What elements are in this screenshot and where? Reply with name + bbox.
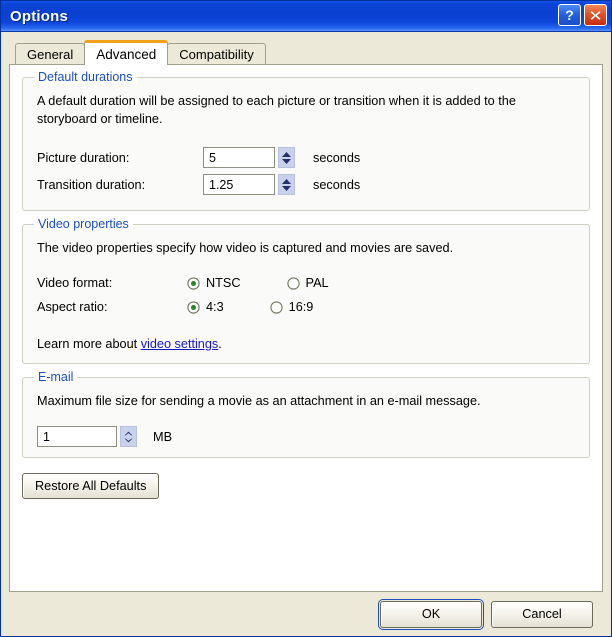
tab-compatibility[interactable]: Compatibility	[167, 43, 266, 64]
close-x-icon	[590, 10, 601, 20]
video-format-label: Video format:	[37, 276, 113, 291]
restore-all-defaults-label: Restore All Defaults	[35, 479, 147, 494]
radio-aspect-ratio-16-9[interactable]: 16:9	[269, 300, 314, 315]
tab-advanced-label: Advanced	[96, 46, 157, 62]
video-settings-link[interactable]: video settings	[141, 337, 219, 351]
spinner-up-arrow-icon[interactable]	[124, 431, 133, 436]
email-max-size-row: 1 MB	[37, 426, 575, 448]
picture-duration-label: Picture duration:	[37, 150, 130, 165]
radio-selected-icon[interactable]	[187, 300, 200, 314]
learn-more-prefix: Learn more about	[37, 337, 141, 352]
radio-video-format-pal-label: PAL	[305, 276, 329, 291]
learn-more-line: Learn more about video settings.	[37, 337, 575, 351]
group-default-durations: Default durations A default duration wil…	[22, 70, 590, 212]
tab-panel-advanced: Default durations A default duration wil…	[9, 64, 603, 592]
cancel-button[interactable]: Cancel	[491, 600, 593, 628]
radio-selected-icon[interactable]	[187, 276, 200, 290]
email-max-size-spinner[interactable]: 1	[37, 426, 137, 448]
duration-rows: Picture duration: 5 seconds Transition d…	[37, 144, 575, 198]
learn-more-suffix: .	[218, 337, 222, 352]
group-default-durations-legend: Default durations	[34, 70, 137, 84]
window-controls: ?	[558, 4, 607, 26]
tab-advanced[interactable]: Advanced	[84, 40, 169, 65]
aspect-ratio-label: Aspect ratio:	[37, 300, 108, 315]
cancel-button-label: Cancel	[522, 607, 562, 621]
radio-video-format-ntsc-label: NTSC	[206, 276, 241, 291]
picture-duration-row: Picture duration: 5 seconds	[37, 144, 575, 171]
group-email-legend: E-mail	[34, 370, 78, 385]
transition-duration-unit: seconds	[313, 177, 361, 192]
transition-duration-input[interactable]: 1.25	[203, 174, 275, 196]
spinner-down-arrow-icon[interactable]	[124, 438, 133, 443]
transition-duration-row: Transition duration: 1.25 seconds	[37, 171, 575, 198]
options-dialog-window: Options ? General Advanced Compatibility	[0, 0, 612, 637]
video-format-row: Video format: NTSC PAL	[37, 271, 575, 295]
radio-unselected-icon[interactable]	[269, 300, 283, 314]
email-description: Maximum file size for sending a movie as…	[37, 394, 481, 409]
radio-video-format-pal[interactable]: PAL	[286, 276, 329, 291]
tab-general-label: General	[27, 46, 74, 62]
close-button[interactable]	[584, 4, 607, 26]
dialog-body: General Advanced Compatibility Default d…	[1, 32, 611, 636]
question-mark-icon: ?	[565, 7, 574, 23]
picture-duration-input[interactable]: 5	[203, 147, 275, 169]
aspect-ratio-row: Aspect ratio: 4:3 16:9	[37, 295, 575, 319]
tab-general[interactable]: General	[15, 43, 86, 64]
email-max-size-spin-buttons[interactable]	[120, 426, 137, 448]
radio-aspect-ratio-16-9-label: 16:9	[288, 300, 314, 315]
radio-aspect-ratio-4-3[interactable]: 4:3	[187, 300, 224, 314]
picture-duration-unit: seconds	[313, 150, 361, 165]
email-max-size-input[interactable]: 1	[37, 426, 117, 448]
dialog-footer: OK Cancel	[9, 592, 603, 636]
video-radio-rows: Video format: NTSC PAL Aspect ratio: 4:3…	[37, 271, 575, 319]
restore-all-defaults-button[interactable]: Restore All Defaults	[22, 473, 160, 500]
transition-duration-label: Transition duration:	[37, 177, 146, 192]
help-button[interactable]: ?	[558, 4, 581, 26]
restore-defaults-wrapper: Restore All Defaults	[22, 473, 590, 500]
transition-duration-spin-buttons[interactable]	[278, 174, 295, 196]
group-video-properties: Video properties The video properties sp…	[22, 217, 590, 365]
spinner-up-arrow-icon[interactable]	[282, 151, 291, 157]
transition-duration-spinner[interactable]: 1.25	[203, 174, 295, 196]
picture-duration-spin-buttons[interactable]	[278, 147, 295, 169]
ok-button-label: OK	[421, 607, 441, 621]
picture-duration-spinner[interactable]: 5	[203, 147, 295, 169]
radio-unselected-icon[interactable]	[286, 276, 300, 290]
tab-strip: General Advanced Compatibility	[9, 40, 603, 65]
spinner-down-arrow-icon[interactable]	[282, 158, 291, 164]
title-bar: Options ?	[1, 1, 611, 32]
email-max-size-unit: MB	[153, 429, 173, 444]
tab-compatibility-label: Compatibility	[179, 46, 254, 62]
radio-video-format-ntsc[interactable]: NTSC	[187, 276, 241, 290]
radio-aspect-ratio-4-3-label: 4:3	[206, 300, 224, 315]
group-video-properties-legend: Video properties	[34, 217, 133, 232]
spinner-down-arrow-icon[interactable]	[282, 185, 291, 191]
video-properties-description: The video properties specify how video i…	[37, 241, 454, 256]
group-email: E-mail Maximum file size for sending a m…	[22, 370, 590, 459]
window-title: Options	[10, 7, 69, 25]
spinner-up-arrow-icon[interactable]	[282, 178, 291, 184]
ok-button[interactable]: OK	[378, 598, 484, 630]
default-durations-description: A default duration will be assigned to e…	[37, 94, 516, 127]
